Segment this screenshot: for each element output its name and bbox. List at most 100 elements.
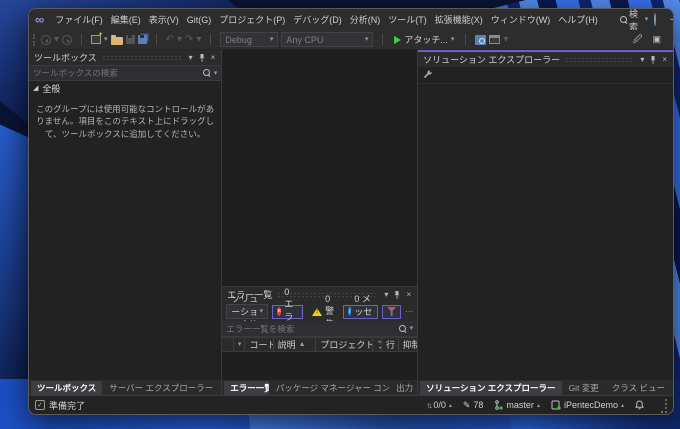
menu-git[interactable]: Git(G) bbox=[183, 13, 216, 27]
column-line[interactable]: 行 bbox=[382, 338, 399, 351]
tab-toolbox[interactable]: ツールボックス bbox=[31, 381, 103, 395]
toolbar-overflow-icon[interactable]: ⋯ bbox=[405, 307, 413, 316]
background-tasks-icon[interactable]: ✓ bbox=[35, 400, 45, 410]
menu-project[interactable]: プロジェクト(P) bbox=[215, 11, 289, 28]
menu-edit[interactable]: 編集(E) bbox=[107, 11, 145, 28]
navigate-forward-icon[interactable] bbox=[62, 34, 73, 45]
errors-filter-button[interactable]: × 0 エラー bbox=[272, 287, 304, 335]
column-code[interactable]: コード bbox=[245, 338, 274, 351]
filter-button[interactable] bbox=[382, 304, 402, 319]
messages-filter-button[interactable]: i 0 メッセージ bbox=[343, 294, 379, 330]
tab-solution-explorer[interactable]: ソリューション エクスプローラー bbox=[420, 381, 562, 395]
solution-explorer-panel: ソリューション エクスプローラー ▾ × bbox=[418, 50, 673, 380]
error-icon: × bbox=[277, 307, 282, 316]
error-list-search-input[interactable] bbox=[226, 323, 396, 334]
solution-explorer-header[interactable]: ソリューション エクスプローラー ▾ × bbox=[418, 52, 673, 67]
menu-debug[interactable]: デバッグ(D) bbox=[289, 11, 346, 28]
left-dock: ツールボックス ▾ × ▾ ◢ 全般 このグループには使用 bbox=[29, 50, 223, 395]
chevron-down-icon[interactable]: ▾ bbox=[214, 70, 218, 77]
chevron-down-icon[interactable]: ▾ bbox=[54, 34, 59, 45]
current-repository[interactable]: iPentecDemo ▴ bbox=[551, 400, 624, 410]
column-project[interactable]: プロジェクト bbox=[316, 338, 373, 351]
live-share-icon[interactable]: ▣ bbox=[652, 34, 661, 45]
error-scope-dropdown[interactable]: ソリューション全体 ▾ bbox=[226, 294, 269, 330]
send-feedback-icon[interactable]: 🖉 bbox=[633, 32, 643, 48]
toolbox-search-input[interactable] bbox=[33, 68, 200, 78]
save-icon[interactable] bbox=[125, 35, 135, 44]
divider bbox=[382, 34, 384, 45]
tab-output[interactable]: 出力 bbox=[390, 381, 415, 395]
properties-window-icon[interactable] bbox=[489, 35, 501, 44]
tab-class-view[interactable]: クラス ビュー bbox=[606, 381, 671, 395]
menu-help[interactable]: ヘルプ(H) bbox=[554, 11, 602, 28]
notifications-button[interactable] bbox=[635, 400, 644, 410]
right-dock: ソリューション エクスプローラー ▾ × ソリューション エクスプローラー Gi… bbox=[417, 50, 673, 395]
column-label: 説明 bbox=[277, 340, 296, 350]
incoming-outgoing-commits[interactable]: ↑↓ 0/0 ▴ bbox=[426, 400, 452, 410]
save-all-icon[interactable] bbox=[137, 35, 147, 44]
close-icon[interactable]: × bbox=[208, 53, 219, 62]
close-icon[interactable]: × bbox=[403, 290, 414, 299]
tab-error-list[interactable]: エラー一覧 bbox=[224, 381, 269, 395]
user-avatar[interactable] bbox=[654, 13, 657, 26]
menu-window[interactable]: ウィンドウ(W) bbox=[487, 11, 555, 28]
column-suppression[interactable]: 抑制 bbox=[399, 338, 417, 351]
platform-value: Any CPU bbox=[286, 34, 324, 45]
pin-icon[interactable] bbox=[391, 290, 403, 299]
pin-icon[interactable] bbox=[196, 53, 208, 62]
group-label: 全般 bbox=[42, 83, 61, 94]
open-folder-icon[interactable] bbox=[110, 34, 123, 45]
column-file[interactable]: ファイル bbox=[373, 338, 382, 351]
solution-explorer-toolbar bbox=[418, 67, 673, 84]
menu-view[interactable]: 表示(V) bbox=[145, 11, 183, 28]
pending-changes[interactable]: ✎ 78 bbox=[463, 400, 484, 411]
toolbox-group-general[interactable]: ◢ 全般 bbox=[29, 81, 221, 95]
attach-button[interactable]: アタッチ... ▾ bbox=[392, 33, 456, 46]
redo-icon[interactable]: ↷ bbox=[185, 34, 193, 45]
toolbox-header[interactable]: ツールボックス ▾ × bbox=[29, 50, 222, 65]
window-position-icon[interactable]: ▾ bbox=[637, 55, 647, 64]
column-severity[interactable] bbox=[222, 338, 234, 351]
minimize-button[interactable]: – bbox=[670, 10, 673, 29]
chevron-down-icon[interactable]: ▾ bbox=[104, 36, 108, 43]
undo-icon[interactable]: ↶ bbox=[166, 34, 174, 45]
current-branch[interactable]: master ▴ bbox=[494, 400, 540, 410]
bell-icon bbox=[635, 400, 644, 410]
run-icon bbox=[394, 35, 402, 44]
window-resize-grip[interactable] bbox=[659, 401, 667, 409]
menu-analyze[interactable]: 分析(N) bbox=[346, 11, 385, 28]
new-project-icon[interactable] bbox=[91, 31, 103, 44]
tab-server-explorer[interactable]: サーバー エクスプローラー bbox=[103, 381, 219, 395]
tab-package-manager-console[interactable]: パッケージ マネージャー コンソール bbox=[270, 381, 389, 395]
solution-explorer-body[interactable] bbox=[418, 84, 673, 380]
window-position-icon[interactable]: ▾ bbox=[381, 290, 391, 299]
window-position-icon[interactable]: ▾ bbox=[186, 53, 196, 62]
visual-studio-window: ∞ ファイル(F) 編集(E) 表示(V) Git(G) プロジェクト(P) デ… bbox=[28, 8, 674, 415]
pin-icon[interactable] bbox=[647, 55, 659, 64]
toolbox-search-box[interactable]: ▾ bbox=[29, 65, 222, 81]
menu-extensions[interactable]: 拡張機能(X) bbox=[431, 11, 487, 28]
column-filter-icon[interactable]: ▾ bbox=[234, 338, 246, 351]
navigate-back-icon[interactable] bbox=[41, 34, 51, 45]
toolbar-overflow-icon[interactable]: ▾ bbox=[503, 34, 508, 45]
find-in-files-icon[interactable] bbox=[475, 34, 487, 45]
close-icon[interactable]: × bbox=[659, 55, 670, 64]
warnings-filter-button[interactable]: 0 警告 bbox=[307, 294, 339, 329]
error-list-body[interactable] bbox=[222, 352, 418, 380]
toolbar-grip[interactable] bbox=[33, 33, 35, 46]
funnel-icon bbox=[387, 307, 397, 316]
main-area: ツールボックス ▾ × ▾ ◢ 全般 このグループには使用 bbox=[29, 50, 673, 395]
error-list-column-headers: ▾ コード 説明 ▲ プロジェクト ファイル 行 抑制 bbox=[222, 337, 418, 352]
column-description[interactable]: 説明 ▲ bbox=[274, 338, 317, 351]
chevron-down-icon[interactable]: ▾ bbox=[410, 325, 414, 332]
error-list-search-box[interactable]: ▾ bbox=[222, 321, 418, 337]
chevron-down-icon[interactable]: ▾ bbox=[177, 34, 182, 45]
commits-count: 0/0 bbox=[433, 400, 446, 410]
menu-tools[interactable]: ツール(T) bbox=[384, 11, 431, 28]
tab-git-changes[interactable]: Git 変更 bbox=[563, 381, 605, 395]
chevron-down-icon[interactable]: ▾ bbox=[196, 34, 201, 45]
solution-platform-dropdown[interactable]: Any CPU ▾ bbox=[281, 32, 374, 47]
wrench-icon[interactable] bbox=[423, 70, 432, 81]
solution-configuration-dropdown[interactable]: Debug ▾ bbox=[220, 32, 279, 47]
menu-file[interactable]: ファイル(F) bbox=[51, 11, 107, 28]
